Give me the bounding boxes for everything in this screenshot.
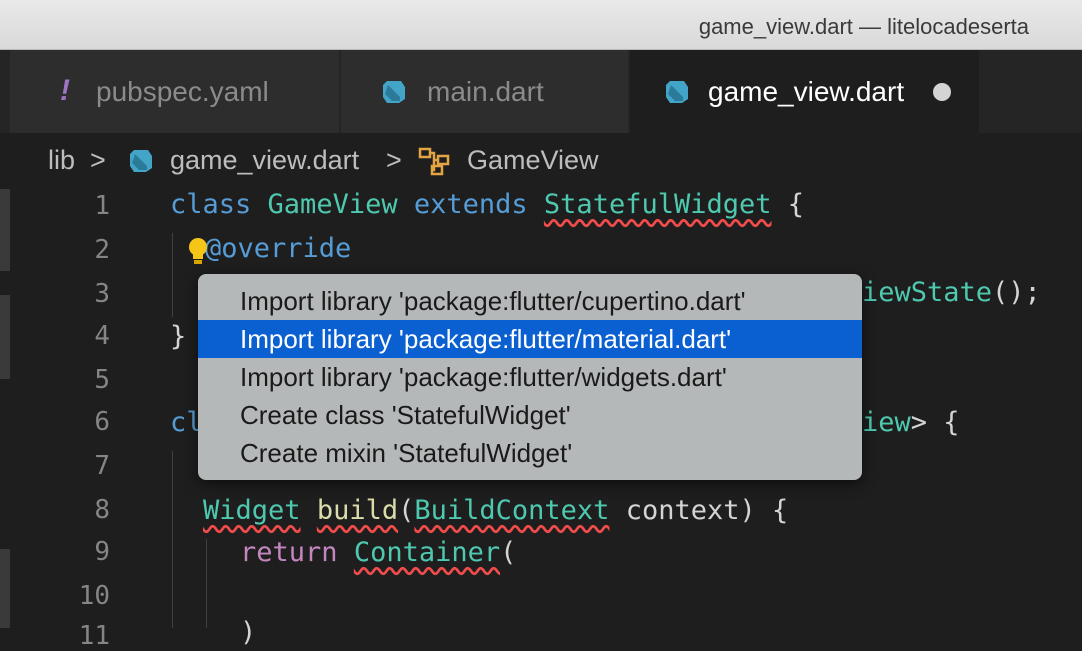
punctuation: ( <box>500 537 517 568</box>
line-number: 7 <box>94 451 110 481</box>
line-number: 3 <box>94 279 110 309</box>
unresolved-type[interactable]: Widget <box>203 495 301 526</box>
breadcrumb-folder[interactable]: lib <box>48 145 75 176</box>
code-line-6-tail: iew> { <box>862 407 960 438</box>
type-name: iewState <box>862 277 993 308</box>
class-name: GameView <box>267 189 398 220</box>
breadcrumb-symbol[interactable]: GameView <box>467 145 599 176</box>
code-line-8: Widget build(BuildContext context) { <box>203 495 788 526</box>
quick-fix-import-cupertino[interactable]: Import library 'package:flutter/cupertin… <box>198 282 862 320</box>
method-name: build <box>316 495 399 526</box>
tab-label: game_view.dart <box>708 75 905 107</box>
title-bar: game_view.dart — litelocadeserta <box>0 0 1082 50</box>
code-line-2: @override <box>205 233 351 264</box>
line-number: 8 <box>94 495 110 525</box>
unresolved-type[interactable]: Container <box>354 537 500 568</box>
dart-icon <box>130 150 152 172</box>
breadcrumb-separator: > <box>386 145 402 175</box>
code-line-4: } <box>170 321 187 352</box>
code-line-11: ) <box>240 617 257 648</box>
line-number: 11 <box>78 621 110 651</box>
tab-bar: ! pubspec.yaml main.dart game_view.dart <box>0 50 1082 133</box>
yaml-exclamation-icon: ! <box>60 74 70 107</box>
tab-pubspec-yaml[interactable]: ! pubspec.yaml <box>10 50 340 133</box>
lightbulb-icon[interactable] <box>187 237 209 265</box>
indent-guide <box>206 539 207 628</box>
tab-label: main.dart <box>427 75 544 107</box>
quick-fix-menu: Import library 'package:flutter/cupertin… <box>198 274 862 480</box>
tab-game-view-dart[interactable]: game_view.dart <box>630 50 980 133</box>
keyword: class <box>170 189 252 220</box>
unresolved-type[interactable]: StatefulWidget <box>544 189 772 220</box>
line-number: 5 <box>94 365 110 395</box>
breadcrumb-file[interactable]: game_view.dart <box>170 145 359 176</box>
line-number: 2 <box>94 235 110 265</box>
punctuation: (); <box>992 277 1041 308</box>
brace: { <box>771 189 805 220</box>
type-name: iew <box>862 407 911 438</box>
dart-icon <box>383 81 405 103</box>
keyword: extends <box>413 189 528 220</box>
quick-fix-import-material[interactable]: Import library 'package:flutter/material… <box>198 320 862 358</box>
code-line-1: class GameView extends StatefulWidget { <box>170 189 804 220</box>
code-line-3: iewState(); <box>862 277 1041 308</box>
class-symbol-icon <box>418 147 450 176</box>
code-line-9: return Container( <box>240 537 516 568</box>
annotation: @override <box>205 233 352 264</box>
unresolved-type[interactable]: BuildContext <box>414 495 609 526</box>
breadcrumb: lib > game_view.dart > GameView <box>0 133 1082 189</box>
parameter: context) { <box>609 495 789 526</box>
line-number: 9 <box>94 537 110 567</box>
window-title: game_view.dart — litelocadeserta <box>698 14 1029 39</box>
indent-guide <box>172 233 173 317</box>
line-number: 4 <box>94 321 110 351</box>
keyword: return <box>240 537 338 568</box>
punctuation: > { <box>910 407 960 438</box>
unsaved-dot-icon[interactable] <box>933 83 951 101</box>
line-number: 6 <box>94 407 110 437</box>
tab-label: pubspec.yaml <box>96 75 269 107</box>
quick-fix-create-mixin[interactable]: Create mixin 'StatefulWidget' <box>198 434 862 472</box>
quick-fix-create-class[interactable]: Create class 'StatefulWidget' <box>198 396 862 434</box>
tab-main-dart[interactable]: main.dart <box>341 50 629 133</box>
indent-guide <box>172 451 173 628</box>
punctuation: ( <box>398 495 415 526</box>
line-number: 1 <box>94 191 110 221</box>
quick-fix-import-widgets[interactable]: Import library 'package:flutter/widgets.… <box>198 358 862 396</box>
line-number: 10 <box>78 581 110 611</box>
dart-icon <box>666 81 688 103</box>
breadcrumb-separator: > <box>90 145 106 175</box>
